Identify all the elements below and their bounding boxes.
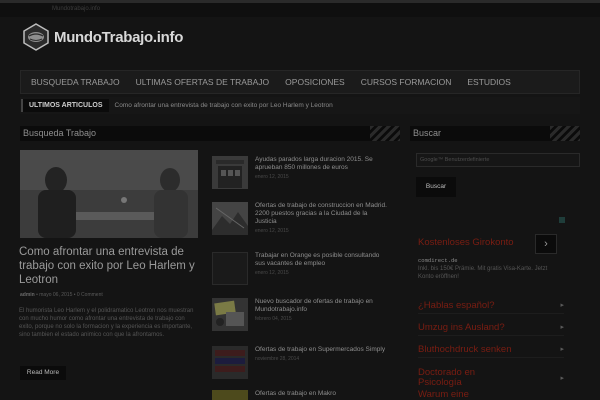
featured-comments[interactable]: 0 Comment [77,292,103,298]
article-thumbnail[interactable] [212,346,248,379]
article-thumbnail[interactable] [212,390,248,400]
article-thumbnail[interactable] [212,298,248,331]
chevron-right-icon: ▸ [560,324,564,331]
latest-articles-label: ULTIMOS ARTICULOS [21,99,109,112]
list-item-date: enero 12, 2015 [255,270,289,276]
latest-articles-ticker: ULTIMOS ARTICULOS Como afrontar una entr… [20,97,580,114]
ad-link[interactable]: Umzug ins Ausland? ▸ [418,319,564,336]
list-item[interactable]: Ofertas de trabajo en Makro [212,390,390,400]
globe-logo-icon [23,23,49,51]
list-item-title[interactable]: Ofertas de trabajo en Supermercados Simp… [255,346,385,354]
section-title-text: Busqueda Trabajo [23,128,97,138]
supermarket-image [212,346,248,379]
ad-headline[interactable]: Kostenloses Girokonto [418,237,514,248]
list-item[interactable]: Trabajar en Orange es posible consultand… [212,252,390,285]
list-item-title[interactable]: Nuevo buscador de ofertas de trabajo en … [255,298,390,314]
list-item-title[interactable]: Ofertas de trabajo en Makro [255,390,336,398]
search-button[interactable]: Buscar [416,177,456,197]
list-item[interactable]: Nuevo buscador de ofertas de trabajo en … [212,298,390,331]
article-thumbnail[interactable] [212,252,248,285]
chevron-right-icon: ▸ [560,346,564,353]
ad-link[interactable]: Doctorado en Psicología ▸ [418,368,564,388]
ad-link-text: Doctorado en Psicología [418,367,476,388]
sidebar-stripes [550,126,580,141]
list-item-title[interactable]: Ayudas parados larga duracion 2015. Se a… [255,156,390,172]
ad-link[interactable]: ¿Hablas español? ▸ [418,297,564,314]
construction-image [212,202,248,235]
list-item[interactable]: Ayudas parados larga duracion 2015. Se a… [212,156,390,189]
latest-article-link[interactable]: Como afrontar una entrevista de trabajo … [115,102,333,109]
ad-url[interactable]: comdirect.de [418,257,458,264]
section-stripes [370,126,400,141]
nav-item-cursos-formacion[interactable]: CURSOS FORMACION [353,77,460,87]
list-item-date: noviembre 28, 2014 [255,356,300,362]
list-item-date: enero 12, 2015 [255,228,289,234]
main-nav: BUSQUEDA TRABAJO ULTIMAS OFERTAS DE TRAB… [20,70,580,94]
chevron-right-icon: ▸ [560,302,564,309]
nav-item-busqueda-trabajo[interactable]: BUSQUEDA TRABAJO [21,77,128,87]
sidebar-search-title-text: Buscar [413,128,442,138]
list-item-title[interactable]: Ofertas de trabajo de construccion en Ma… [255,202,390,226]
featured-image[interactable] [20,150,198,238]
site-logo[interactable]: MundoTrabajo.info [22,23,183,51]
article-thumbnail[interactable] [212,202,248,235]
building-image [212,156,248,189]
sidebar-search-title: Buscar [410,126,580,141]
list-item-date: febrero 04, 2015 [255,316,292,322]
ad-arrow-icon[interactable]: › [535,234,557,254]
read-more-button[interactable]: Read More [20,366,66,380]
top-bar-text: Mundotrabajo.info [52,6,101,12]
section-title-busqueda: Busqueda Trabajo [20,126,400,141]
top-bar: Mundotrabajo.info [0,3,600,17]
featured-date: mayo 06, 2015 [39,292,73,298]
interview-photo [20,150,198,238]
list-item[interactable]: Ofertas de trabajo de construccion en Ma… [212,202,390,235]
ad-description: Inkl. bis 150€ Prämie. Mit gratis Visa-K… [418,266,548,280]
featured-author[interactable]: admin [20,292,35,298]
ad-link-text: Bluthochdruck senken [418,343,512,355]
search-engine-image [212,298,248,331]
ad-choices-icon[interactable] [559,217,565,223]
chevron-right-icon: ▸ [560,375,564,382]
list-item[interactable]: Ofertas de trabajo en Supermercados Simp… [212,346,390,379]
featured-excerpt: El humorista Leo Harlem y el polidramati… [19,308,194,338]
ad-link[interactable]: Warum eine [418,390,564,400]
nav-item-oposiciones[interactable]: OPOSICIONES [277,77,353,87]
logo-text: MundoTrabajo.info [54,28,184,46]
nav-item-ultimas-ofertas[interactable]: ULTIMAS OFERTAS DE TRABAJO [128,77,278,87]
list-item-title[interactable]: Trabajar en Orange es posible consultand… [255,252,390,268]
featured-title[interactable]: Como afrontar una entrevista de trabajo … [19,245,204,287]
ad-link-text: Warum eine [418,389,469,400]
search-input[interactable]: Google™ Benutzerdefinierte [416,153,580,167]
article-thumbnail[interactable] [212,156,248,189]
list-item-date: enero 12, 2015 [255,174,289,180]
ad-link-text: Umzug ins Ausland? [418,321,505,333]
ad-link[interactable]: Bluthochdruck senken ▸ [418,341,564,358]
ad-link-text: ¿Hablas español? [418,299,495,311]
nav-item-estudios[interactable]: ESTUDIOS [459,77,518,87]
featured-meta: admin • mayo 06, 2015 • 0 Comment [20,292,103,298]
